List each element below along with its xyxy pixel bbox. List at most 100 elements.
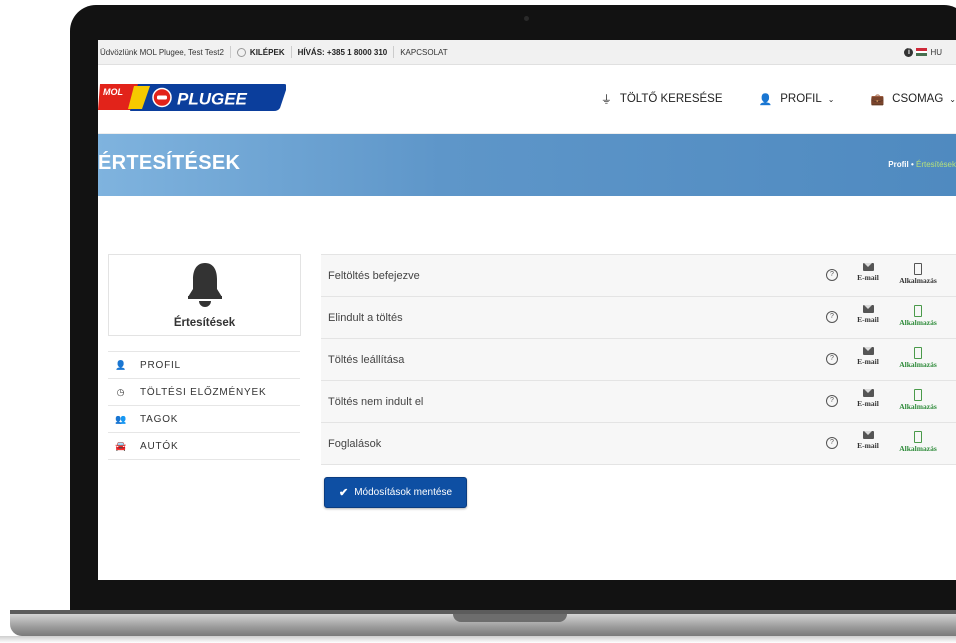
laptop-camera xyxy=(524,16,529,21)
welcome-text: Üdvözlünk MOL Plugee, Test Test2 xyxy=(100,47,224,57)
breadcrumb: Profil • Értesítések xyxy=(888,160,956,169)
site-header: MOL PLUGEE ⏚ TÖLTŐ KERESÉSE 👤 PROFIL ⌄ 💼… xyxy=(98,65,956,134)
notification-label: Töltés nem indult el xyxy=(328,395,424,408)
envelope-icon xyxy=(862,347,874,355)
call-link[interactable]: HÍVÁS: +385 1 8000 310 xyxy=(298,48,388,57)
help-icon[interactable]: ? xyxy=(826,353,838,365)
sidebar-item-label: AUTÓK xyxy=(140,440,179,452)
nav-package[interactable]: 💼 CSOMAG ⌄ xyxy=(870,93,956,106)
notification-label: Foglalások xyxy=(328,437,382,450)
divider xyxy=(290,46,292,58)
app-toggle-label: Alkalmazás xyxy=(899,276,937,285)
envelope-icon xyxy=(862,389,874,397)
car-icon: 🚘 xyxy=(114,440,127,451)
phone-icon xyxy=(914,347,922,359)
app-toggle-label: Alkalmazás xyxy=(899,318,937,327)
email-toggle-label: E-mail xyxy=(857,273,879,282)
notification-row: Foglalások ? E-mail Alkalmazás xyxy=(321,422,956,465)
phone-icon xyxy=(914,389,922,401)
breadcrumb-home[interactable]: Profil xyxy=(888,160,908,169)
save-changes-label: Módosítások mentése xyxy=(354,487,453,498)
notification-label: Feltöltés befejezve xyxy=(328,269,420,282)
phone-icon xyxy=(914,263,922,275)
help-icon[interactable]: ? xyxy=(826,311,838,323)
notification-row: Töltés leállítása ? E-mail Alkalmazás xyxy=(321,338,956,380)
logout-link[interactable]: KILÉPEK xyxy=(250,48,285,57)
email-toggle[interactable]: E-mail xyxy=(851,431,885,450)
nav-charger-search-label: TÖLTŐ KERESÉSE xyxy=(619,93,723,105)
logo-plugee-text: PLUGEE xyxy=(177,90,248,109)
user-icon: 👤 xyxy=(758,93,773,106)
sidebar-item-cars[interactable]: 🚘 AUTÓK xyxy=(108,432,300,460)
sidebar-item-profile[interactable]: 👤 PROFIL xyxy=(108,351,300,378)
page-banner: ÉRTESÍTÉSEK Profil • Értesítések xyxy=(98,134,956,196)
briefcase-icon: 💼 xyxy=(870,93,885,106)
app-toggle[interactable]: Alkalmazás xyxy=(892,431,944,453)
sidebar-item-label: TÖLTÉSI ELŐZMÉNYEK xyxy=(140,386,267,398)
sidebar-item-label: PROFIL xyxy=(140,359,181,371)
breadcrumb-separator: • xyxy=(910,160,914,169)
divider xyxy=(393,46,395,58)
notification-row: Töltés nem indult el ? E-mail Alkalmazás xyxy=(321,380,956,422)
email-toggle[interactable]: E-mail xyxy=(851,263,885,282)
checkmark-icon: ✔ xyxy=(338,487,349,499)
sidebar-item-members[interactable]: 👥 TAGOK xyxy=(108,405,300,432)
save-changes-button[interactable]: ✔ Módosítások mentése xyxy=(324,477,467,508)
app-toggle-label: Alkalmazás xyxy=(899,402,937,411)
email-toggle-label: E-mail xyxy=(857,357,879,366)
app-toggle[interactable]: Alkalmazás xyxy=(892,305,944,327)
laptop-screen: Üdvözlünk MOL Plugee, Test Test2 KILÉPEK… xyxy=(98,40,956,580)
clock-icon: ◷ xyxy=(116,386,126,397)
app-toggle-label: Alkalmazás xyxy=(899,360,937,369)
contact-link[interactable]: KAPCSOLAT xyxy=(400,48,447,57)
email-toggle-label: E-mail xyxy=(857,399,879,408)
divider xyxy=(229,46,231,58)
power-icon xyxy=(236,47,246,57)
email-toggle[interactable]: E-mail xyxy=(851,305,885,324)
sidebar-card-title: Értesítések xyxy=(173,317,236,329)
app-toggle-label: Alkalmazás xyxy=(899,444,937,453)
bell-icon xyxy=(188,263,222,307)
notification-row: Feltöltés befejezve ? E-mail Alkalmazás xyxy=(321,254,956,296)
envelope-icon xyxy=(862,305,874,313)
sidebar-item-label: TAGOK xyxy=(140,413,179,425)
mol-plugee-logo[interactable]: MOL PLUGEE xyxy=(98,80,286,114)
logo-mol-text: MOL xyxy=(103,87,123,97)
language-selector[interactable]: i HU xyxy=(904,47,942,57)
users-icon: 👥 xyxy=(114,413,127,424)
envelope-icon xyxy=(862,431,874,439)
notification-label: Elindult a töltés xyxy=(328,311,403,324)
notification-settings-table: Feltöltés befejezve ? E-mail Alkalmazás … xyxy=(321,254,956,465)
top-bar: Üdvözlünk MOL Plugee, Test Test2 KILÉPEK… xyxy=(98,40,956,65)
envelope-icon xyxy=(862,263,874,271)
phone-icon xyxy=(914,305,922,317)
info-icon[interactable]: i xyxy=(904,47,914,57)
user-icon: 👤 xyxy=(114,359,127,370)
main-nav: ⏚ TÖLTŐ KERESÉSE 👤 PROFIL ⌄ 💼 CSOMAG ⌄ xyxy=(601,65,956,133)
nav-charger-search[interactable]: ⏚ TÖLTŐ KERESÉSE xyxy=(601,91,723,107)
app-toggle[interactable]: Alkalmazás xyxy=(892,347,944,369)
help-icon[interactable]: ? xyxy=(826,437,838,449)
sidebar-item-charging-history[interactable]: ◷ TÖLTÉSI ELŐZMÉNYEK xyxy=(108,378,300,405)
help-icon[interactable]: ? xyxy=(826,395,838,407)
email-toggle-label: E-mail xyxy=(857,441,879,450)
page-title: ÉRTESÍTÉSEK xyxy=(98,152,241,174)
phone-icon xyxy=(914,431,922,443)
app-toggle[interactable]: Alkalmazás xyxy=(892,389,944,411)
nav-profile[interactable]: 👤 PROFIL ⌄ xyxy=(759,93,835,106)
nav-profile-label: PROFIL xyxy=(780,93,822,105)
nav-package-label: CSOMAG xyxy=(892,93,944,105)
sidebar-menu: 👤 PROFIL ◷ TÖLTÉSI ELŐZMÉNYEK 👥 TAGOK 🚘 … xyxy=(108,351,300,460)
laptop-notch xyxy=(453,614,567,622)
notification-row: Elindult a töltés ? E-mail Alkalmazás xyxy=(321,296,956,338)
help-icon[interactable]: ? xyxy=(826,269,838,281)
hungary-flag-icon xyxy=(916,48,928,57)
language-code: HU xyxy=(930,47,942,57)
notification-label: Töltés leállítása xyxy=(328,353,405,366)
laptop-shadow xyxy=(0,636,956,643)
email-toggle[interactable]: E-mail xyxy=(851,347,885,366)
plug-icon: ⏚ xyxy=(600,94,612,106)
chevron-down-icon: ⌄ xyxy=(827,94,835,104)
app-toggle[interactable]: Alkalmazás xyxy=(892,263,944,285)
email-toggle[interactable]: E-mail xyxy=(851,389,885,408)
